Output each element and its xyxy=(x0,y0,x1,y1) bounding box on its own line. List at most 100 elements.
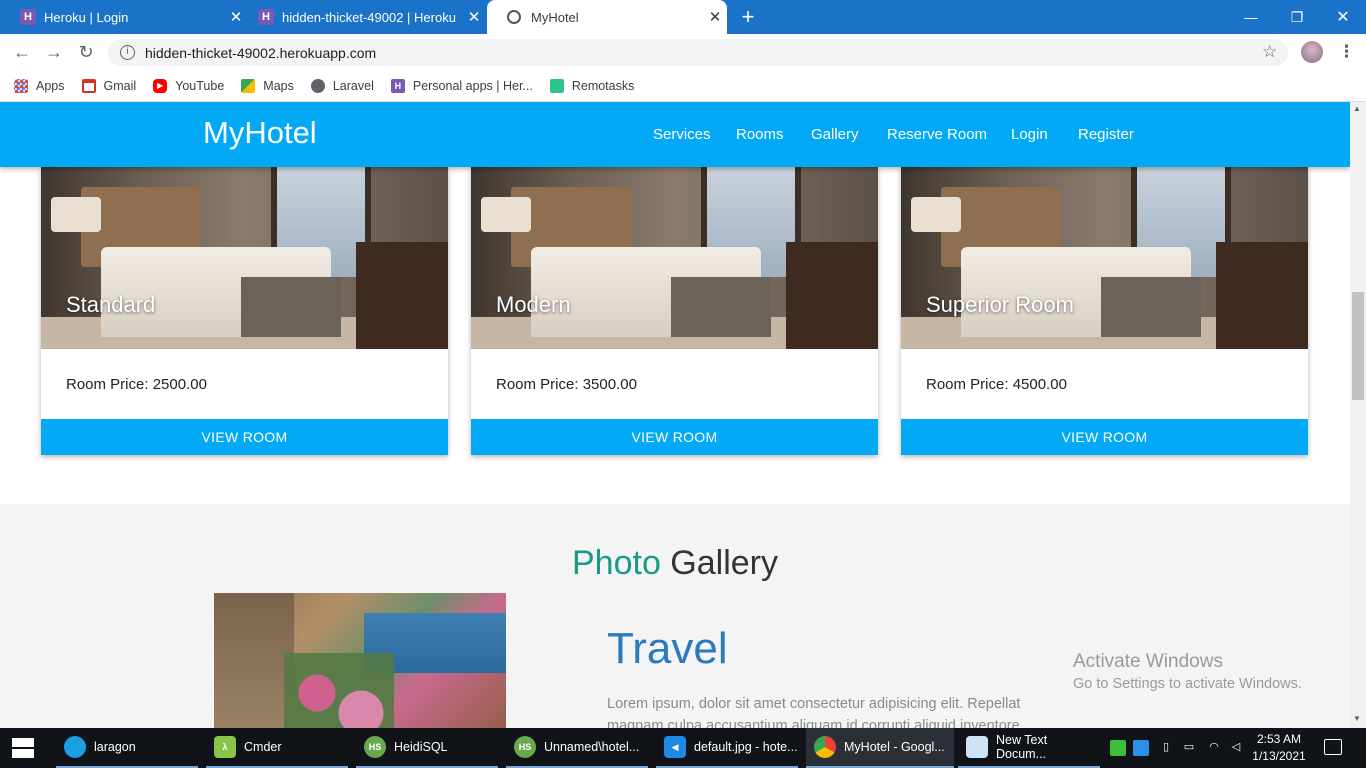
taskbar-app-vscode[interactable]: ◀ default.jpg - hote... xyxy=(656,728,798,768)
taskbar-app-label: Unnamed\hotel... xyxy=(544,740,640,754)
chrome-icon xyxy=(814,736,836,758)
avatar[interactable] xyxy=(1301,41,1323,63)
nav-link-gallery[interactable]: Gallery xyxy=(811,126,859,143)
gallery-photo[interactable] xyxy=(214,593,506,728)
room-card-standard: Standard Room Price: 2500.00 VIEW ROOM xyxy=(41,167,448,455)
taskbar-app-notepad[interactable]: New Text Docum... xyxy=(958,728,1100,768)
notifications-icon[interactable] xyxy=(1324,739,1342,755)
activation-watermark-title: Activate Windows xyxy=(1073,651,1223,672)
gallery-title: Photo Gallery xyxy=(0,544,1350,583)
forward-button[interactable]: → xyxy=(42,40,66,64)
bookmark-laravel[interactable]: Laravel xyxy=(310,78,374,93)
activation-watermark-text: Go to Settings to activate Windows. xyxy=(1073,676,1302,692)
room-image[interactable] xyxy=(41,167,448,349)
taskbar-app-label: laragon xyxy=(94,740,136,754)
gallery-section: Photo Gallery Travel Lorem ipsum, dolor … xyxy=(0,504,1350,728)
usb-icon[interactable]: ▯ xyxy=(1158,740,1174,756)
view-room-button[interactable]: VIEW ROOM xyxy=(901,419,1308,455)
nav-link-reserve-room[interactable]: Reserve Room xyxy=(887,126,987,143)
menu-icon[interactable]: ⋮ xyxy=(1338,42,1355,62)
reload-button[interactable]: ↻ xyxy=(74,40,98,64)
bookmark-star-icon[interactable]: ☆ xyxy=(1262,42,1277,62)
gallery-text: Lorem ipsum, dolor sit amet consectetur … xyxy=(607,693,1047,728)
start-windows-icon[interactable] xyxy=(12,738,34,758)
taskbar-app-label: HeidiSQL xyxy=(394,740,448,754)
nav-link-rooms[interactable]: Rooms xyxy=(736,126,784,143)
site-brand[interactable]: MyHotel xyxy=(203,115,317,151)
minimize-button[interactable]: — xyxy=(1228,0,1274,34)
tab-heroku-app[interactable]: H hidden-thicket-49002 | Heroku ✕ xyxy=(238,0,486,34)
bookmark-label: Laravel xyxy=(332,78,374,93)
remotasks-icon xyxy=(549,78,564,93)
gallery-title-rest: Gallery xyxy=(660,544,778,582)
tray-app-icon[interactable] xyxy=(1110,740,1126,756)
globe-icon xyxy=(507,10,521,24)
tray-app-icon[interactable] xyxy=(1133,740,1149,756)
taskbar-app-label: MyHotel - Googl... xyxy=(844,740,945,754)
gallery-text-line: Lorem ipsum, dolor sit amet consectetur … xyxy=(607,696,1021,712)
page-viewport: Standard Room Price: 2500.00 VIEW ROOM M… xyxy=(0,102,1350,728)
maps-icon xyxy=(241,78,256,93)
bookmark-apps[interactable]: Apps xyxy=(14,78,65,93)
taskbar-app-chrome[interactable]: MyHotel - Googl... xyxy=(806,728,954,768)
bookmark-label: Personal apps | Her... xyxy=(412,78,533,93)
page-scrollbar[interactable] xyxy=(1350,102,1366,728)
tab-myhotel[interactable]: MyHotel ✕ xyxy=(487,0,727,34)
battery-icon[interactable]: ▭ xyxy=(1181,740,1197,756)
bookmark-gmail[interactable]: Gmail xyxy=(81,78,137,93)
bookmark-remotasks[interactable]: Remotasks xyxy=(549,78,635,93)
view-room-button[interactable]: VIEW ROOM xyxy=(41,419,448,455)
restore-button[interactable]: ❐ xyxy=(1274,0,1320,34)
youtube-icon: ▶ xyxy=(153,78,168,93)
tab-heroku-login[interactable]: H Heroku | Login ✕ xyxy=(0,0,248,34)
globe-icon xyxy=(310,78,325,93)
nav-link-services[interactable]: Services xyxy=(653,126,711,143)
close-icon[interactable]: ✕ xyxy=(703,8,727,26)
volume-icon[interactable]: ◁ xyxy=(1228,740,1244,756)
window-close-button[interactable]: ✕ xyxy=(1320,0,1366,34)
taskbar-app-label: New Text Docum... xyxy=(996,733,1048,761)
cmder-icon: λ xyxy=(214,736,236,758)
gallery-title-accent: Photo xyxy=(572,544,661,582)
room-image[interactable] xyxy=(471,167,878,349)
new-tab-button[interactable]: + xyxy=(736,4,760,30)
heroku-icon: H xyxy=(20,9,36,25)
scroll-up-arrow-icon[interactable]: ▲ xyxy=(1353,104,1361,113)
gallery-text-line: magnam culpa accusantium aliquam id corr… xyxy=(607,718,1020,728)
notepad-icon xyxy=(966,736,988,758)
back-button[interactable]: ← xyxy=(10,40,34,64)
scroll-down-arrow-icon[interactable]: ▼ xyxy=(1353,714,1361,723)
view-room-button[interactable]: VIEW ROOM xyxy=(471,419,878,455)
scrollbar-thumb[interactable] xyxy=(1352,292,1364,400)
clock-date: 1/13/2021 xyxy=(1252,749,1306,763)
taskbar-app-heidisql-session[interactable]: HS Unnamed\hotel... xyxy=(506,728,648,768)
room-title: Superior Room xyxy=(926,292,1074,317)
nav-link-login[interactable]: Login xyxy=(1011,126,1048,143)
bookmark-label: Remotasks xyxy=(571,78,635,93)
bookmark-label: Maps xyxy=(263,78,294,93)
taskbar-clock[interactable]: 2:53 AM 1/13/2021 xyxy=(1248,731,1310,765)
wifi-icon[interactable]: ◠ xyxy=(1206,740,1222,756)
bookmark-personal-apps[interactable]: H Personal apps | Her... xyxy=(390,78,533,93)
laragon-icon xyxy=(64,736,86,758)
bookmark-maps[interactable]: Maps xyxy=(241,78,294,93)
address-bar[interactable]: i hidden-thicket-49002.herokuapp.com xyxy=(108,39,1288,66)
apps-grid-icon xyxy=(14,78,28,93)
bookmark-label: Gmail xyxy=(103,78,137,93)
room-image[interactable] xyxy=(901,167,1308,349)
close-icon[interactable]: ✕ xyxy=(462,8,486,26)
taskbar-app-heidisql[interactable]: HS HeidiSQL xyxy=(356,728,498,768)
bookmark-youtube[interactable]: ▶ YouTube xyxy=(153,78,224,93)
room-price: Room Price: 3500.00 xyxy=(496,376,637,393)
room-price: Room Price: 2500.00 xyxy=(66,376,207,393)
vscode-icon: ◀ xyxy=(664,736,686,758)
heroku-icon: H xyxy=(390,78,405,93)
taskbar-app-laragon[interactable]: laragon xyxy=(56,728,198,768)
heidisql-icon: HS xyxy=(364,736,386,758)
site-navbar: MyHotel Services Rooms Gallery Reserve R… xyxy=(0,102,1350,167)
room-title: Modern xyxy=(496,292,571,317)
tab-title: Heroku | Login xyxy=(44,9,129,25)
info-icon[interactable]: i xyxy=(120,45,135,60)
taskbar-app-cmder[interactable]: λ Cmder xyxy=(206,728,348,768)
nav-link-register[interactable]: Register xyxy=(1078,126,1134,143)
